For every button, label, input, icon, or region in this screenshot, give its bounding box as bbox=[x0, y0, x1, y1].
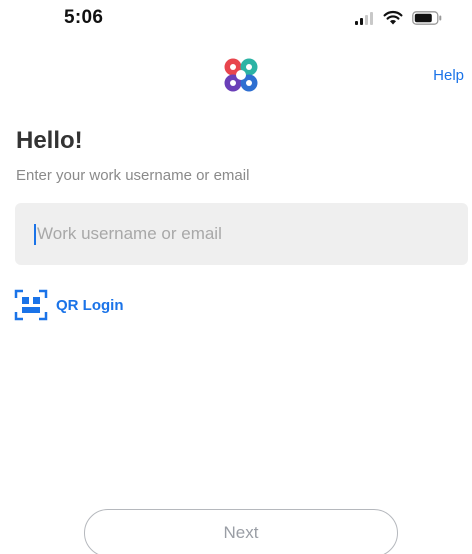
greeting-subtitle: Enter your work username or email bbox=[16, 167, 250, 184]
help-link[interactable]: Help bbox=[433, 67, 464, 84]
qr-code-icon bbox=[14, 289, 48, 321]
status-icons bbox=[354, 10, 442, 25]
cellular-signal-icon bbox=[355, 11, 373, 25]
login-screen: 5:06 Help Hello! Enter your work usernam… bbox=[0, 0, 472, 554]
username-field[interactable] bbox=[15, 203, 468, 265]
status-time: 5:06 bbox=[64, 7, 104, 28]
app-logo-icon bbox=[224, 58, 258, 92]
text-cursor bbox=[34, 223, 36, 245]
next-button[interactable]: Next bbox=[84, 509, 398, 554]
status-bar: 5:06 bbox=[0, 0, 472, 40]
wifi-icon bbox=[383, 10, 403, 25]
greeting-title: Hello! bbox=[16, 127, 83, 154]
qr-login-button[interactable]: QR Login bbox=[14, 289, 124, 321]
battery-icon bbox=[412, 10, 442, 25]
username-input[interactable] bbox=[37, 224, 437, 244]
qr-login-label: QR Login bbox=[56, 296, 124, 314]
